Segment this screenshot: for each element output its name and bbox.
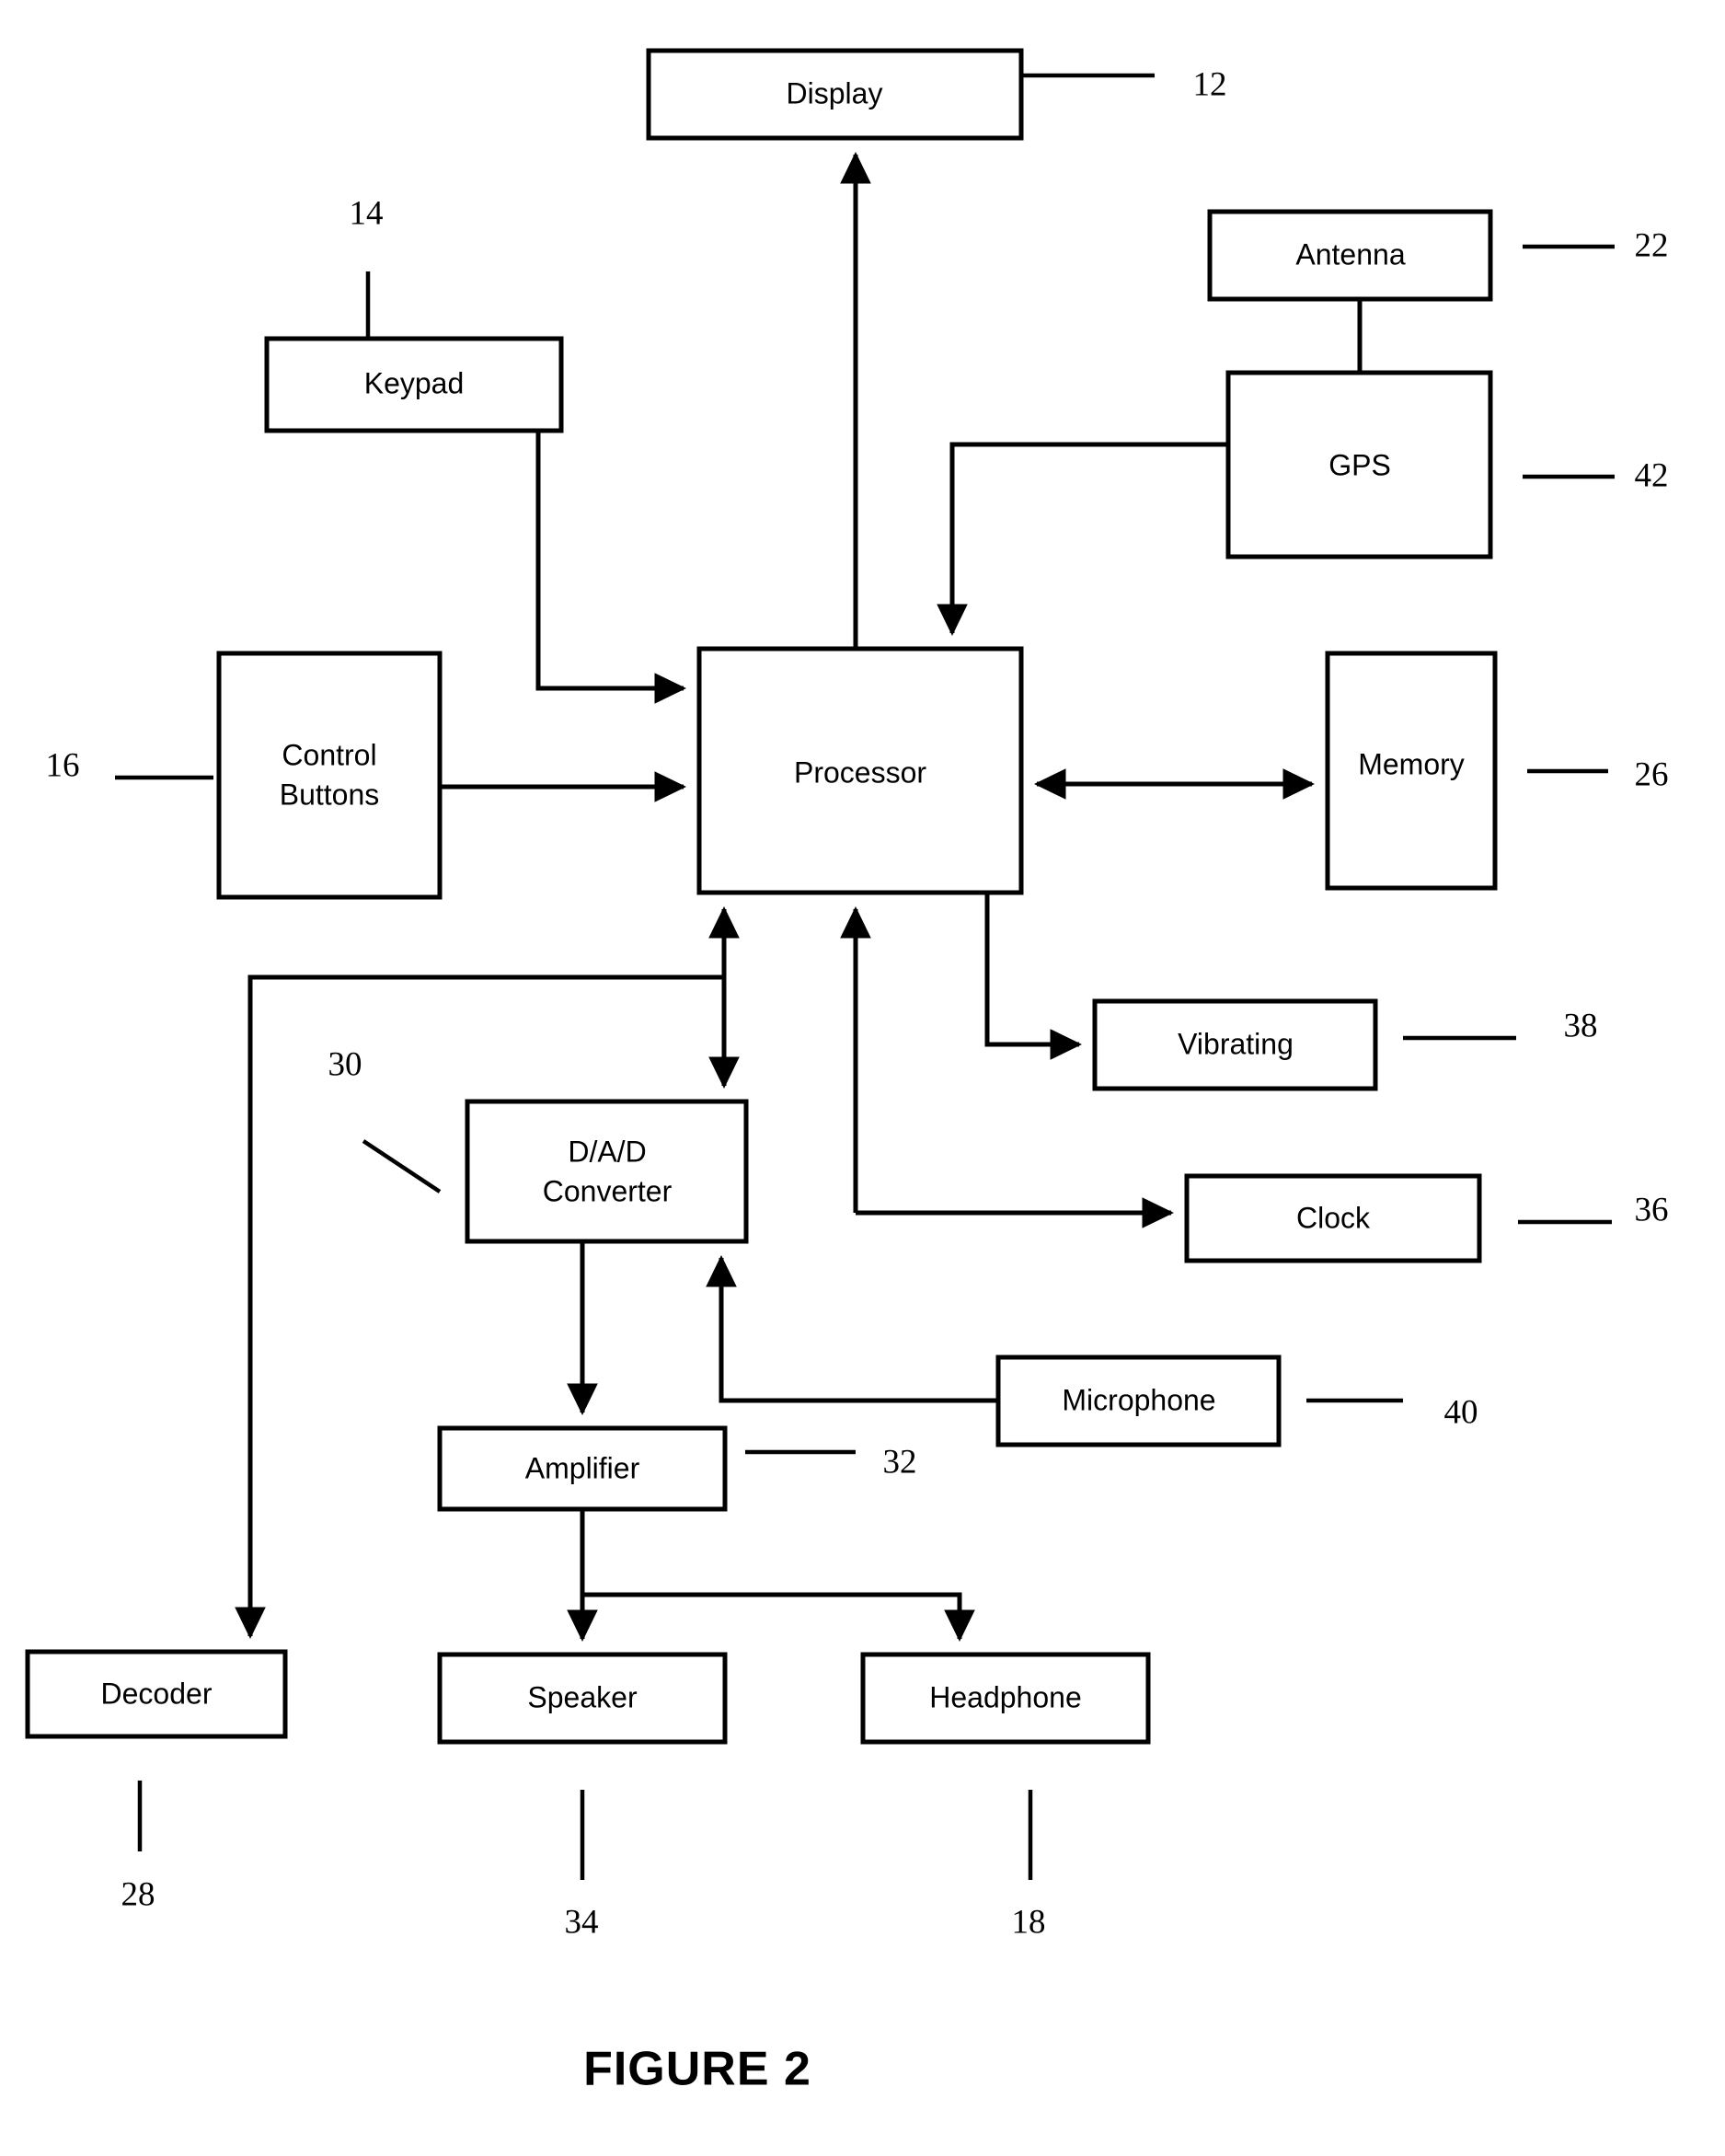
block-label-amplifier: Amplifier [525,1451,640,1484]
block-label-keypad: Keypad [364,366,465,399]
block-label-decoder: Decoder [101,1677,213,1710]
block-clock[interactable]: Clock [1184,1173,1482,1263]
ref-numeral-keypad: 14 [350,194,384,232]
ref-numeral-antenna: 22 [1635,226,1669,264]
block-control-buttons[interactable]: Control Buttons [216,651,443,900]
connector-microphone-to-dad [706,1255,998,1403]
ref-numeral-headphone: 18 [1012,1903,1046,1941]
connector-amplifier-to-headphone [582,1592,975,1642]
block-label-dad-converter-line2: Converter [543,1174,673,1207]
block-label-control-buttons-line1: Control [282,738,376,771]
block-label-dad-converter-line1: D/A/D [568,1135,646,1168]
block-dad-converter[interactable]: D/A/D Converter [465,1099,749,1244]
block-processor[interactable]: Processor [696,646,1024,895]
ref-numeral-clock: 36 [1635,1191,1669,1228]
ref-numeral-speaker: 34 [565,1903,599,1941]
block-label-headphone: Headphone [929,1680,1081,1713]
figure-caption: FIGURE 2 [583,2043,811,2096]
block-label-vibrating: Vibrating [1178,1027,1294,1060]
block-vibrating[interactable]: Vibrating [1092,998,1378,1091]
block-antenna[interactable]: Antenna [1207,209,1493,302]
block-label-control-buttons-line2: Buttons [280,778,380,811]
ref-numeral-display: 12 [1193,65,1227,103]
ref-numeral-gps: 42 [1635,456,1669,494]
block-label-clock: Clock [1296,1201,1371,1234]
block-headphone[interactable]: Headphone [860,1652,1151,1745]
block-display[interactable]: Display [646,48,1024,141]
ref-numeral-dad-converter: 30 [328,1045,362,1083]
block-diagram-canvas: Display 12 Antenna 22 GPS 42 Keypad 14 C… [25,48,1669,2096]
connector-processor-to-decoder [235,974,724,1639]
block-gps[interactable]: GPS [1225,370,1493,559]
block-label-speaker: Speaker [527,1680,638,1713]
ref-numeral-amplifier: 32 [883,1443,917,1481]
block-label-memory: Memory [1358,747,1465,780]
block-label-microphone: Microphone [1062,1383,1215,1416]
ref-numeral-decoder: 28 [121,1875,155,1913]
block-speaker[interactable]: Speaker [437,1652,728,1745]
leader-line-dad-converter [362,1139,442,1193]
block-keypad[interactable]: Keypad [264,336,564,433]
connector-processor-to-vibrating [984,893,1082,1060]
block-memory[interactable]: Memory [1325,651,1498,891]
block-amplifier[interactable]: Amplifier [437,1425,728,1512]
figure-root: Display 12 Antenna 22 GPS 42 Keypad 14 C… [0,0,1725,2156]
block-label-gps: GPS [1328,448,1391,481]
ref-numeral-microphone: 40 [1444,1393,1478,1431]
block-label-display: Display [787,76,883,110]
block-microphone[interactable]: Microphone [995,1355,1282,1447]
ref-numeral-memory: 26 [1635,755,1669,793]
connector-gps-to-processor [937,442,1228,636]
block-decoder[interactable]: Decoder [25,1649,288,1739]
connector-keypad-to-processor [535,431,686,704]
block-label-antenna: Antenna [1295,237,1405,271]
ref-numeral-vibrating: 38 [1564,1007,1598,1044]
block-label-processor: Processor [794,755,926,789]
ref-numeral-control-buttons: 16 [46,746,80,784]
